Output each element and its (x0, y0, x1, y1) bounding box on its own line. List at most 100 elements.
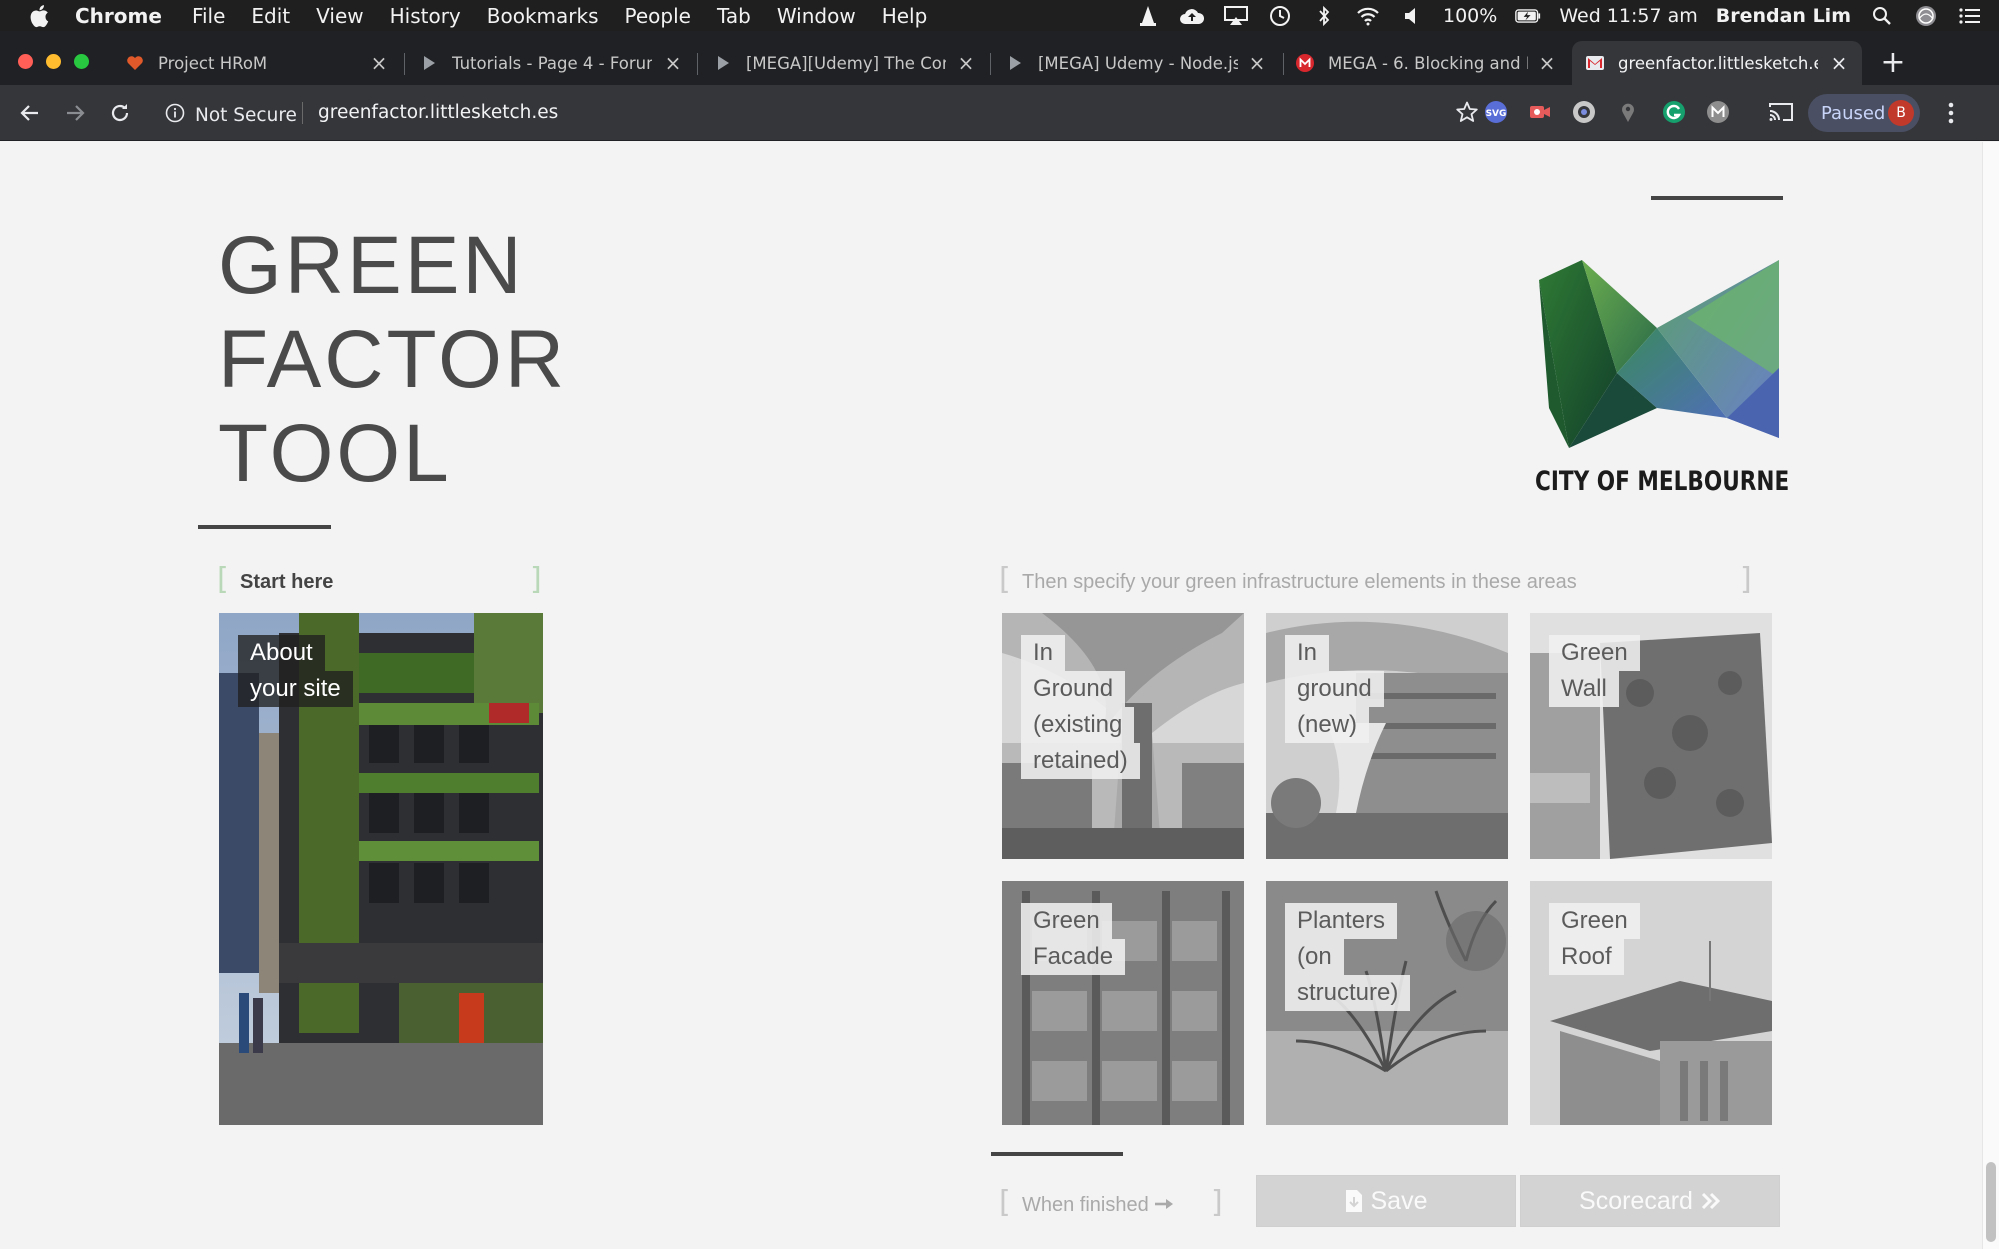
window-zoom-button[interactable] (74, 54, 89, 69)
tab-project-hrom[interactable]: Project HRoM × (126, 41, 396, 85)
airplay-icon[interactable] (1223, 5, 1249, 27)
scorecard-button[interactable]: Scorecard (1520, 1175, 1780, 1227)
menu-app-name[interactable]: Chrome (75, 4, 162, 28)
menu-window[interactable]: Window (777, 4, 856, 28)
tab-mega-udemy-node[interactable]: [MEGA] Udemy - Node.js, E × (1006, 41, 1276, 85)
wifi-icon[interactable] (1355, 5, 1381, 27)
notification-center-icon[interactable] (1957, 5, 1983, 27)
cloud-upload-icon[interactable] (1179, 5, 1205, 27)
forward-icon[interactable] (61, 99, 89, 127)
window-close-button[interactable] (18, 54, 33, 69)
privacy-extension-icon[interactable] (1571, 99, 1597, 125)
back-icon[interactable] (16, 99, 44, 127)
menu-bookmarks[interactable]: Bookmarks (487, 4, 599, 28)
specify-label: Then specify your green infrastructure e… (1022, 571, 1577, 593)
user-name[interactable]: Brendan Lim (1716, 5, 1851, 27)
when-finished-text: When finished (1022, 1194, 1149, 1216)
scrollbar-thumb[interactable] (1986, 1162, 1996, 1242)
clock[interactable]: Wed 11:57 am (1559, 5, 1697, 27)
menu-file[interactable]: File (192, 4, 225, 28)
tile-label-line: structure) (1285, 975, 1411, 1011)
paused-label: Paused (1821, 102, 1886, 124)
tile-label: Green Wall (1549, 635, 1640, 707)
url-text[interactable]: greenfactor.littlesketch.es (318, 102, 558, 123)
apple-icon[interactable] (25, 2, 53, 30)
page-title-line-2: FACTOR (218, 314, 568, 405)
svg-text:SVG: SVG (1486, 109, 1507, 119)
menu-view[interactable]: View (316, 4, 363, 28)
tab-title: Project HRoM (158, 53, 268, 73)
tile-label-line: Green (1549, 635, 1640, 671)
tab-mega-udemy-comp[interactable]: [MEGA][Udemy] The Comp × (714, 41, 984, 85)
tile-label-line: Facade (1021, 939, 1126, 975)
page-title-line-3: TOOL (218, 408, 452, 499)
profile-paused-button[interactable]: Paused B (1808, 94, 1920, 132)
menu-edit[interactable]: Edit (251, 4, 290, 28)
tile-in-ground-existing[interactable]: In Ground (existing retained) (1002, 613, 1244, 859)
tab-strip: Project HRoM × Tutorials - Page 4 - Foru… (0, 31, 1999, 85)
tile-label-line: retained) (1021, 743, 1140, 779)
tile-label: Green Roof (1549, 903, 1640, 975)
tab-title: [MEGA][Udemy] The Comp (746, 53, 946, 73)
tile-about-your-site[interactable]: About your site (219, 613, 543, 1125)
tab-greenfactor[interactable]: greenfactor.littlesketch.es × (1572, 41, 1862, 85)
tile-green-roof[interactable]: Green Roof (1530, 881, 1772, 1125)
bookmark-star-icon[interactable] (1455, 100, 1481, 126)
tile-label-line: About (238, 635, 325, 671)
siri-icon[interactable] (1913, 5, 1939, 27)
profile-avatar: B (1888, 100, 1914, 126)
volume-icon[interactable] (1399, 5, 1425, 27)
menu-people[interactable]: People (625, 4, 691, 28)
tile-label-line: Wall (1549, 671, 1619, 707)
tile-label: About your site (238, 635, 353, 707)
bluetooth-icon[interactable] (1311, 5, 1337, 27)
battery-charging-icon[interactable] (1515, 5, 1541, 27)
finish-rule (991, 1152, 1123, 1156)
svg-extension-icon[interactable]: SVG (1483, 99, 1509, 125)
tab-close-icon[interactable]: × (370, 53, 388, 73)
address-bar[interactable]: Not Secure greenfactor.littlesketch.es (151, 94, 1481, 132)
tile-green-wall[interactable]: Green Wall (1530, 613, 1772, 859)
left-bracket: [ (999, 562, 1011, 597)
tab-close-icon[interactable]: × (664, 53, 682, 73)
new-tab-button[interactable]: + (1878, 41, 1908, 85)
tab-close-icon[interactable]: × (957, 53, 975, 73)
location-pin-extension-icon[interactable] (1615, 99, 1641, 125)
tab-close-icon[interactable]: × (1830, 53, 1848, 73)
tab-tutorials[interactable]: Tutorials - Page 4 - Forums × (420, 41, 690, 85)
tile-label: In Ground (existing retained) (1021, 635, 1140, 779)
right-bracket: ] (530, 562, 542, 597)
tile-planters-on-structure[interactable]: Planters (on structure) (1266, 881, 1508, 1125)
vlc-icon[interactable] (1135, 5, 1161, 27)
menu-history[interactable]: History (390, 4, 461, 28)
time-machine-icon[interactable] (1267, 5, 1293, 27)
tab-title: MEGA - 6. Blocking and No (1328, 53, 1528, 73)
play-icon (714, 54, 732, 72)
not-secure-label: Not Secure (195, 105, 297, 126)
tile-green-facade[interactable]: Green Facade (1002, 881, 1244, 1125)
tab-close-icon[interactable]: × (1538, 53, 1556, 73)
site-security-indicator[interactable]: Not Secure (165, 103, 297, 128)
tile-label-line: Planters (1285, 903, 1398, 939)
tab-close-icon[interactable]: × (1248, 53, 1266, 73)
mega-extension-icon[interactable] (1705, 99, 1731, 125)
window-minimize-button[interactable] (46, 54, 61, 69)
tab-title: [MEGA] Udemy - Node.js, E (1038, 53, 1238, 73)
spotlight-search-icon[interactable] (1869, 5, 1895, 27)
kebab-menu-icon[interactable] (1938, 99, 1964, 127)
screen-recorder-extension-icon[interactable] (1527, 99, 1553, 125)
tile-label-line: Green (1021, 903, 1112, 939)
menu-help[interactable]: Help (882, 4, 928, 28)
tile-in-ground-new[interactable]: In ground (new) (1266, 613, 1508, 859)
tab-title: greenfactor.littlesketch.es (1618, 53, 1818, 73)
cast-icon[interactable] (1768, 99, 1794, 125)
city-of-melbourne-logo (1539, 260, 1779, 448)
tab-mega-blocking[interactable]: MEGA - 6. Blocking and No × (1296, 41, 1566, 85)
site-favicon-icon (1586, 54, 1604, 72)
grammarly-extension-icon[interactable] (1661, 99, 1687, 125)
tile-label-line: Ground (1021, 671, 1126, 707)
menu-tab[interactable]: Tab (717, 4, 751, 28)
page-scrollbar[interactable] (1982, 142, 1999, 1249)
save-button[interactable]: Save (1256, 1175, 1516, 1227)
reload-icon[interactable] (106, 99, 134, 127)
